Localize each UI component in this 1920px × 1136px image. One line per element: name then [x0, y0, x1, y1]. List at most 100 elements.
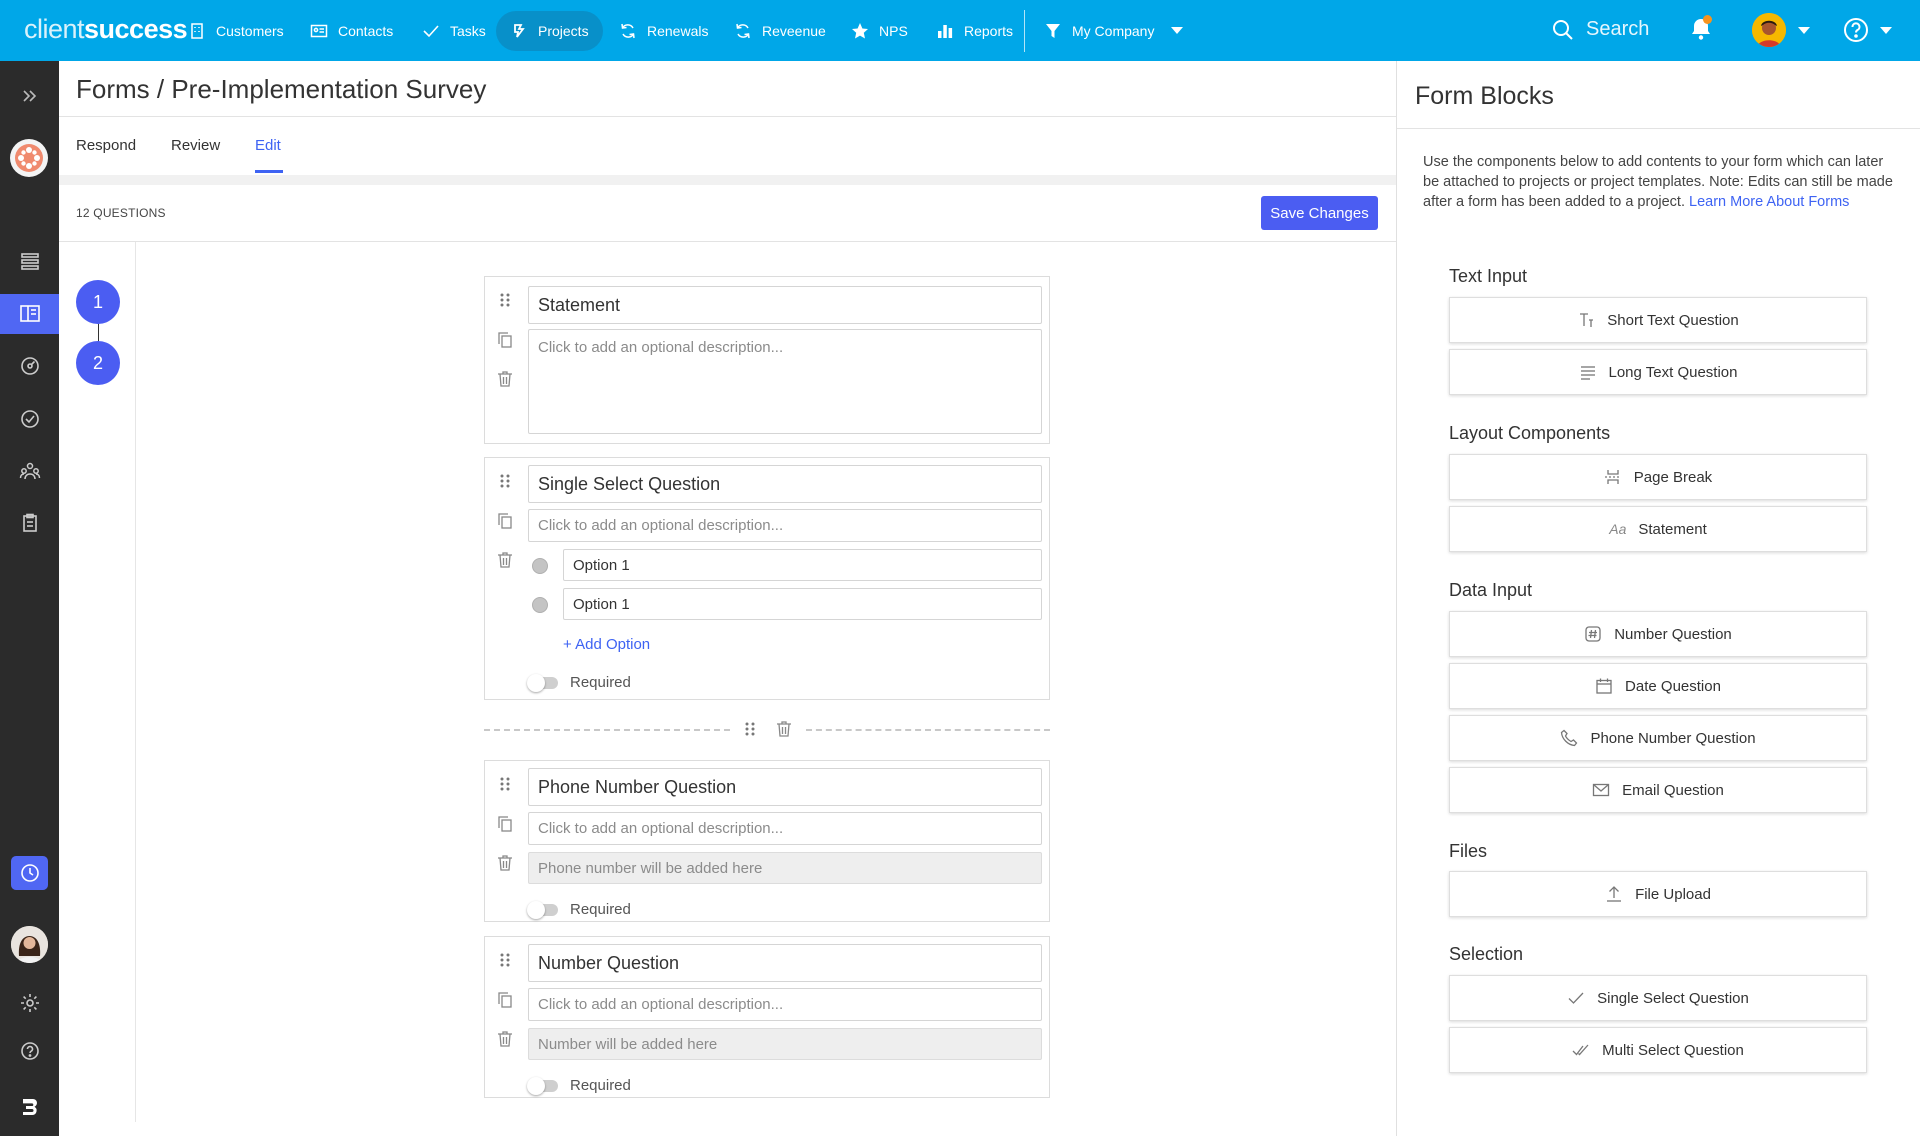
settings-gear-icon[interactable] — [0, 983, 59, 1023]
duplicate-icon[interactable] — [496, 815, 514, 838]
required-toggle[interactable] — [527, 674, 558, 692]
delete-trash-icon[interactable] — [496, 370, 514, 393]
question-title-input[interactable]: Number Question — [528, 944, 1042, 982]
clientsuccess-logo[interactable]: clientsuccess — [24, 14, 188, 45]
block-page-break[interactable]: Page Break — [1449, 454, 1867, 500]
clipboard-icon[interactable] — [0, 503, 59, 543]
block-long-text-question[interactable]: Long Text Question — [1449, 349, 1867, 395]
question-card-single-select: Single Select Question Click to add an o… — [484, 457, 1050, 700]
option-input[interactable]: Option 1 — [563, 549, 1042, 581]
nav-tasks[interactable]: Tasks — [408, 11, 500, 51]
save-changes-button[interactable]: Save Changes — [1261, 196, 1378, 230]
section-delete-trash-icon[interactable] — [775, 720, 793, 743]
search-icon — [1553, 19, 1573, 40]
delete-trash-icon[interactable] — [496, 1030, 514, 1053]
nav-renewals[interactable]: Renewals — [605, 11, 722, 51]
duplicate-icon[interactable] — [496, 512, 514, 535]
required-label: Required — [570, 901, 631, 918]
nav-contacts[interactable]: Contacts — [296, 11, 407, 51]
tab-review[interactable]: Review — [171, 137, 220, 154]
required-toggle[interactable] — [527, 1077, 558, 1095]
search-placeholder: Search — [1586, 18, 1650, 40]
question-description-input[interactable]: Click to add an optional description... — [528, 812, 1042, 845]
section-drag-handle-icon[interactable] — [741, 720, 759, 743]
company-caret-icon[interactable] — [1171, 27, 1183, 34]
block-single-select-question[interactable]: Single Select Question — [1449, 975, 1867, 1021]
section-title-files: Files — [1449, 841, 1488, 861]
active-tab-indicator — [255, 170, 283, 173]
duplicate-icon[interactable] — [496, 331, 514, 354]
forms-icon[interactable] — [0, 294, 59, 334]
nav-customers[interactable]: Customers — [174, 11, 298, 51]
tab-respond[interactable]: Respond — [76, 137, 136, 154]
block-number-question[interactable]: Number Question — [1449, 611, 1867, 657]
nav-revenue[interactable]: Reveenue — [720, 11, 840, 51]
learn-more-link[interactable]: Learn More About Forms — [1689, 194, 1849, 210]
block-label: Phone Number Question — [1590, 729, 1756, 747]
block-file-upload[interactable]: File Upload — [1449, 871, 1867, 917]
block-date-question[interactable]: Date Question — [1449, 663, 1867, 709]
drag-handle-icon[interactable] — [496, 951, 514, 974]
step-1[interactable]: 1 — [76, 280, 120, 324]
question-title-input[interactable]: Statement — [528, 286, 1042, 324]
page-breadcrumb: Forms / Pre-Implementation Survey — [76, 74, 487, 104]
required-toggle[interactable] — [527, 901, 558, 919]
option-input[interactable]: Option 1 — [563, 588, 1042, 620]
question-title-input[interactable]: Single Select Question — [528, 465, 1042, 503]
expand-sidebar-icon[interactable] — [0, 76, 59, 116]
help-icon[interactable] — [1843, 17, 1869, 48]
drag-handle-icon[interactable] — [496, 291, 514, 314]
notification-dot — [1703, 15, 1712, 24]
tab-edit[interactable]: Edit — [255, 137, 281, 154]
block-statement[interactable]: Aa Statement — [1449, 506, 1867, 552]
header-divider — [59, 116, 1397, 117]
nav-reports[interactable]: Reports — [922, 11, 1027, 51]
help-circle-icon[interactable] — [0, 1031, 59, 1071]
text-cursor-icon — [1580, 313, 1594, 327]
envelope-icon — [1592, 783, 1610, 797]
drag-handle-icon[interactable] — [496, 472, 514, 495]
block-multi-select-question[interactable]: Multi Select Question — [1449, 1027, 1867, 1073]
drag-handle-icon[interactable] — [496, 775, 514, 798]
profile-avatar[interactable] — [11, 926, 48, 963]
nav-nps[interactable]: NPS — [837, 11, 922, 51]
nav-label: Reports — [964, 23, 1014, 39]
nav-label: NPS — [879, 23, 908, 39]
block-label: Long Text Question — [1608, 363, 1738, 381]
question-description-input[interactable]: Click to add an optional description... — [528, 329, 1042, 434]
block-email-question[interactable]: Email Question — [1449, 767, 1867, 813]
search-box[interactable]: Search — [1552, 18, 1649, 41]
question-description-input[interactable]: Click to add an optional description... — [528, 988, 1042, 1021]
question-title-input[interactable]: Phone Number Question — [528, 768, 1042, 806]
nav-projects[interactable]: Projects — [496, 11, 603, 51]
list-view-icon[interactable] — [0, 241, 59, 281]
delete-trash-icon[interactable] — [496, 854, 514, 877]
company-selector[interactable]: My Company — [1030, 11, 1168, 51]
app-logo-icon[interactable] — [10, 139, 48, 177]
help-caret-icon[interactable] — [1880, 27, 1892, 34]
question-description-input[interactable]: Click to add an optional description... — [528, 509, 1042, 542]
nav-label: Customers — [216, 23, 284, 39]
block-short-text-question[interactable]: Short Text Question — [1449, 297, 1867, 343]
logo-part2: success — [84, 14, 188, 44]
block-phone-number-question[interactable]: Phone Number Question — [1449, 715, 1867, 761]
user-avatar[interactable] — [1752, 13, 1786, 47]
duplicate-icon[interactable] — [496, 991, 514, 1014]
team-icon[interactable] — [0, 451, 59, 491]
brand-mark-icon[interactable] — [0, 1087, 59, 1127]
check-icon — [423, 25, 439, 38]
section-title-text-input: Text Input — [1449, 266, 1528, 286]
notification-bell-icon[interactable] — [1690, 15, 1712, 46]
user-caret-icon[interactable] — [1798, 27, 1810, 34]
company-label: My Company — [1072, 23, 1155, 39]
option-radio[interactable] — [532, 558, 548, 574]
section-divider-line — [484, 729, 730, 731]
add-option-link[interactable]: + Add Option — [563, 636, 650, 653]
clock-icon[interactable] — [11, 856, 48, 890]
check-circle-icon[interactable] — [0, 399, 59, 439]
option-radio[interactable] — [532, 597, 548, 613]
step-2[interactable]: 2 — [76, 341, 120, 385]
dashboard-gauge-icon[interactable] — [0, 346, 59, 386]
delete-trash-icon[interactable] — [496, 551, 514, 574]
block-label: Multi Select Question — [1602, 1041, 1744, 1059]
